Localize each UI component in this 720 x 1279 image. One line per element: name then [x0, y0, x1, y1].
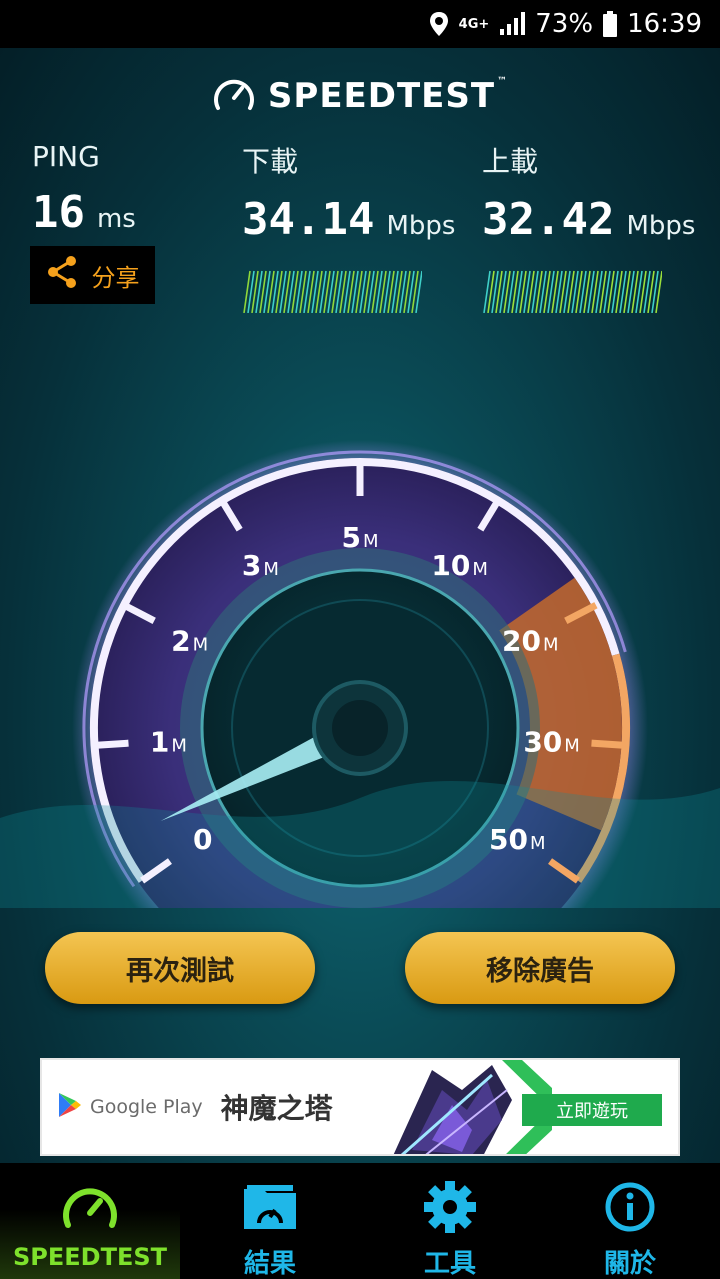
- location-icon: [429, 11, 449, 37]
- gauge-tick: [591, 739, 626, 749]
- google-play-label: Google Play: [90, 1096, 203, 1118]
- upload-graph: [483, 270, 663, 314]
- ping-unit: ms: [96, 204, 136, 234]
- gear-icon: [423, 1181, 477, 1237]
- logo-text: SPEEDTEST ™: [267, 76, 509, 116]
- tab-label: 結果: [243, 1249, 296, 1279]
- bottom-tab-bar: SPEEDTEST 結果 工具 關於: [0, 1163, 720, 1279]
- upload-metric: 上載 32.42 Mbps: [482, 140, 695, 317]
- download-graph: [243, 270, 423, 314]
- tab-speedtest[interactable]: SPEEDTEST: [0, 1163, 180, 1279]
- tab-label: 工具: [423, 1249, 476, 1279]
- signal-icon: [499, 12, 526, 36]
- share-label: 分享: [91, 263, 140, 292]
- upload-value: 32.42: [482, 194, 615, 245]
- tab-about[interactable]: 關於: [540, 1163, 720, 1279]
- upload-label: 上載: [482, 145, 539, 178]
- speedometer-icon: [60, 1181, 120, 1237]
- ad-banner[interactable]: Google Play 神魔之塔 立即遊玩: [40, 1058, 680, 1156]
- ad-play-now-button[interactable]: 立即遊玩: [522, 1094, 662, 1126]
- share-icon: [46, 255, 78, 295]
- ping-metric: PING 16 ms: [32, 140, 136, 238]
- app-logo: SPEEDTEST ™: [0, 74, 720, 118]
- download-unit: Mbps: [386, 211, 456, 241]
- ad-title: 神魔之塔: [220, 1092, 333, 1125]
- tab-tools[interactable]: 工具: [360, 1163, 540, 1279]
- tab-label: 關於: [603, 1249, 656, 1279]
- share-button[interactable]: 分享: [30, 246, 155, 304]
- remove-ads-button[interactable]: 移除廣告: [405, 932, 675, 1004]
- download-value: 34.14: [242, 194, 375, 245]
- upload-unit: Mbps: [626, 211, 696, 241]
- clock: 16:39: [627, 9, 702, 39]
- info-icon: [604, 1181, 656, 1237]
- battery-icon: [603, 11, 618, 37]
- speedtest-screen: SPEEDTEST ™ PING 16 ms 分享 下載 34.14 Mbps 上…: [0, 48, 720, 1163]
- battery-percent: 73%: [535, 9, 594, 39]
- play-store-icon: [58, 1092, 82, 1123]
- ping-label: PING: [32, 140, 100, 173]
- ping-value: 16: [32, 187, 85, 238]
- tab-label: SPEEDTEST: [12, 1243, 167, 1271]
- download-label: 下載: [242, 145, 299, 178]
- speedometer-logo-icon: [212, 74, 256, 118]
- retest-button[interactable]: 再次測試: [45, 932, 315, 1004]
- status-bar: 4G+ 73% 16:39: [0, 0, 720, 48]
- tab-results[interactable]: 結果: [180, 1163, 360, 1279]
- download-metric: 下載 34.14 Mbps: [242, 140, 455, 317]
- gauge-tick-label: 0: [193, 823, 212, 856]
- results-folder-icon: [241, 1181, 299, 1237]
- speed-gauge: 01 M2 M3 M5 M10 M20 M30 M50 M: [0, 440, 720, 908]
- google-play-badge: Google Play: [58, 1092, 203, 1123]
- network-type: 4G+: [458, 16, 490, 32]
- gauge-tick: [94, 739, 129, 749]
